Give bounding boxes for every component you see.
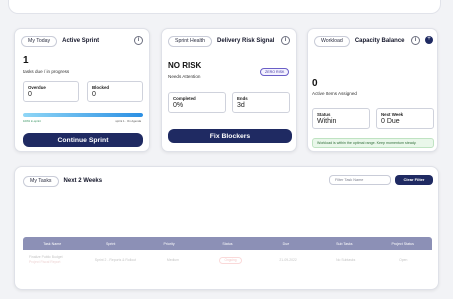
overdue-field: Overdue 0 <box>23 81 79 102</box>
sprint-progress-fill <box>23 113 143 117</box>
progress-right-label: sprint 1 · On Agenda <box>115 119 141 123</box>
card-header: My Today Active Sprint i <box>21 35 143 47</box>
column-header[interactable]: Status <box>198 242 256 246</box>
completed-value: 0% <box>173 102 184 109</box>
scroll-fade <box>22 268 433 280</box>
status-value: Within <box>317 118 337 125</box>
column-header[interactable]: Project Status <box>374 242 432 246</box>
column-header[interactable]: Task Name <box>23 242 81 246</box>
status-label: Status <box>317 112 331 117</box>
status-badge: Ongoing <box>219 256 242 264</box>
due-cell: 21-09-2022 <box>279 258 297 262</box>
next-week-label: Next Week <box>381 112 404 117</box>
sprint-progress-bar <box>23 113 143 117</box>
continue-sprint-button[interactable]: Continue Sprint <box>23 133 143 147</box>
status-field: Status Within <box>312 108 370 129</box>
capacity-note: Workload is within the optimal range. Ke… <box>312 138 434 148</box>
risk-status-caption: Needs Attention <box>168 74 201 79</box>
tasks-count: 1 <box>23 55 29 66</box>
sprint-cell: Sprint 2 - Reports & Rollout <box>94 258 136 262</box>
card-header: Workload Capacity Balance i <box>314 35 431 47</box>
ends-value: 3d <box>237 102 245 109</box>
blocked-label: Blocked <box>92 85 110 90</box>
clear-filter-button[interactable]: Clear Filter <box>395 175 433 185</box>
ends-field: Ends 3d <box>232 92 290 113</box>
active-sprint-card: My Today Active Sprint i 1 tasks due / i… <box>14 28 150 152</box>
card-header: Sprint Health Delivery Risk Signal i <box>168 35 290 47</box>
project-status-cell: Open <box>399 258 408 262</box>
info-icon[interactable]: i <box>134 36 143 45</box>
ends-label: Ends <box>237 96 248 101</box>
risk-status: NO RISK <box>168 61 202 70</box>
active-items-count: 0 <box>312 78 318 89</box>
card-title: Capacity Balance <box>354 38 405 44</box>
task-project: Project Fiscal Report <box>29 260 61 264</box>
tasks-count-caption: tasks due / in progress <box>23 69 70 74</box>
status-cell: Ongoing <box>202 256 260 264</box>
my-today-pill[interactable]: My Today <box>21 35 58 47</box>
completed-label: Completed <box>173 96 196 101</box>
fix-blockers-button[interactable]: Fix Blockers <box>168 129 292 143</box>
column-header[interactable]: Priority <box>140 242 198 246</box>
expand-icon[interactable]: + <box>425 36 433 44</box>
table-row[interactable]: Finalize Public Budget Project Fiscal Re… <box>23 251 432 269</box>
sprint-health-pill[interactable]: Sprint Health <box>168 35 212 47</box>
overdue-value: 0 <box>28 91 32 98</box>
next-week-field: Next Week 0 Due <box>376 108 434 129</box>
capacity-balance-card: Workload Capacity Balance i + 0 Active I… <box>307 28 438 152</box>
top-bar <box>8 0 441 14</box>
delivery-risk-card: Sprint Health Delivery Risk Signal i NO … <box>161 28 297 152</box>
card-title: Active Sprint <box>62 38 100 44</box>
next-week-value: 0 Due <box>381 118 400 125</box>
completed-field: Completed 0% <box>168 92 226 113</box>
blocked-value: 0 <box>92 91 96 98</box>
progress-left-label: 100% in-sprint <box>23 119 41 123</box>
column-header[interactable]: Sprint <box>81 242 139 246</box>
task-name-cell: Finalize Public Budget Project Fiscal Re… <box>23 255 87 265</box>
blocked-field: Blocked 0 <box>87 81 143 102</box>
workload-pill[interactable]: Workload <box>314 35 350 47</box>
active-items-caption: Active Items Assigned <box>312 91 357 96</box>
risk-badge: ZERO RISK <box>260 68 290 76</box>
priority-cell: Medium <box>166 258 179 262</box>
column-header[interactable]: Sub Tasks <box>315 242 373 246</box>
info-icon[interactable]: i <box>411 36 420 45</box>
tasks-table-header: Task Name Sprint Priority Status Due Sub… <box>23 237 432 250</box>
task-name: Finalize Public Budget <box>29 255 63 259</box>
task-name-filter-input[interactable]: Filter Task Name <box>329 175 391 185</box>
overdue-label: Overdue <box>28 85 46 90</box>
subtasks-cell: No Subtasks <box>336 258 356 262</box>
info-icon[interactable]: i <box>281 36 290 45</box>
tasks-title: Next 2 Weeks <box>63 178 103 184</box>
card-title: Delivery Risk Signal <box>217 38 275 44</box>
column-header[interactable]: Due <box>257 242 315 246</box>
my-tasks-pill[interactable]: My Tasks <box>23 175 59 187</box>
